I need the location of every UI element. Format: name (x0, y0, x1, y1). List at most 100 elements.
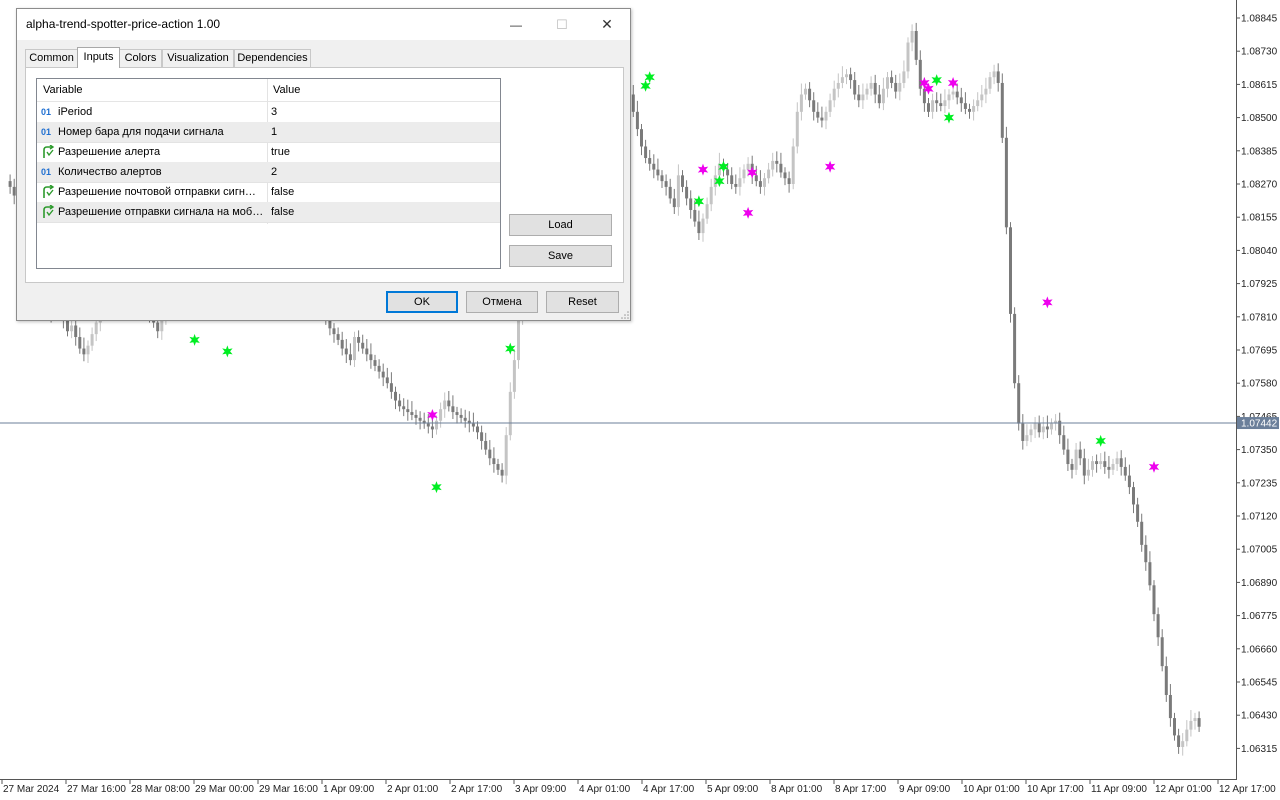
candle-body (430, 426, 434, 430)
time-tick-label: 12 Apr 01:00 (1155, 784, 1212, 795)
bool-icon (41, 202, 55, 222)
time-tick-label: 29 Mar 00:00 (195, 784, 254, 795)
time-tick-label: 8 Apr 17:00 (835, 784, 887, 795)
minimize-button[interactable]: — (493, 9, 539, 40)
candle-body (959, 97, 963, 104)
tab-visualization[interactable]: Visualization (162, 49, 234, 67)
table-row[interactable]: 01 iPeriod 3 (37, 102, 500, 123)
candle-body (943, 100, 947, 107)
column-header-value[interactable]: Value (273, 80, 300, 100)
candle-body (771, 160, 775, 170)
candle-body (66, 319, 69, 332)
candle-body (459, 414, 463, 418)
candle-body (414, 414, 418, 418)
tab-colors[interactable]: Colors (119, 49, 162, 67)
variable-name: Разрешение алерта (58, 146, 161, 158)
candle-body (1148, 562, 1152, 586)
time-tick-label: 4 Apr 17:00 (643, 784, 695, 795)
candle-body (840, 77, 844, 83)
candle-body (90, 334, 94, 346)
price-tick-label: 1.07810 (1241, 312, 1278, 323)
price-tick-label: 1.07235 (1241, 478, 1278, 489)
inputs-grid[interactable]: Variable Value 01 iPeriod 3 01 Номер бар… (36, 78, 501, 269)
table-row[interactable]: 01 Количество алертов 2 (37, 162, 500, 183)
candle-body (890, 77, 894, 83)
candle-body (906, 42, 910, 72)
candle-body (455, 412, 459, 415)
variable-value[interactable]: false (271, 182, 294, 202)
candle-body (820, 117, 824, 121)
candle-body (340, 339, 344, 349)
candle-body (668, 186, 672, 199)
candle-body (730, 175, 734, 184)
candle-body (902, 71, 906, 83)
price-tick-label: 1.08155 (1241, 213, 1278, 224)
tab-inputs[interactable]: Inputs (77, 47, 120, 68)
candle-body (644, 146, 648, 159)
candle-body (881, 88, 885, 104)
candle-body (373, 360, 377, 366)
candle-body (1082, 458, 1086, 476)
maximize-button[interactable]: ☐ (539, 9, 585, 40)
int-icon: 01 (41, 127, 52, 137)
variable-value[interactable]: true (271, 142, 290, 162)
variable-value[interactable]: 1 (271, 122, 277, 142)
candle-body (857, 94, 861, 101)
price-tick-label: 1.08270 (1241, 180, 1278, 191)
variable-value[interactable]: 3 (271, 102, 277, 122)
candle-body (451, 406, 455, 413)
close-button[interactable]: ✕ (584, 9, 630, 40)
time-tick-label: 12 Apr 17:00 (1219, 784, 1276, 795)
candle-body (635, 111, 639, 130)
time-tick-label: 28 Mar 08:00 (131, 784, 190, 795)
candle-body (78, 337, 82, 349)
candle-body (779, 163, 783, 173)
candle-body (1078, 449, 1082, 459)
load-button[interactable]: Load (509, 214, 612, 236)
candle-body (853, 80, 857, 95)
price-tick-label: 1.08385 (1241, 146, 1278, 157)
tab-common[interactable]: Common (25, 49, 78, 67)
candle-body (951, 91, 955, 95)
reset-button[interactable]: Reset (546, 291, 619, 313)
candle-body (361, 342, 365, 349)
candle-body (754, 175, 758, 182)
candle-body (799, 94, 803, 112)
candle-body (1132, 487, 1135, 505)
variable-value[interactable]: false (271, 202, 294, 222)
column-header-variable[interactable]: Variable (43, 80, 83, 100)
title-bar[interactable]: alpha-trend-spotter-price-action 1.00 — … (17, 9, 630, 40)
table-row[interactable]: Разрешение отправки сигнала на моб… fals… (37, 202, 500, 223)
table-row[interactable]: 01 Номер бара для подачи сигнала 1 (37, 122, 500, 143)
candle-body (1119, 458, 1123, 467)
table-row[interactable]: Разрешение алерта true (37, 142, 500, 163)
current-price-label: 1.07442 (1241, 419, 1278, 430)
cancel-button[interactable]: Отмена (466, 291, 538, 313)
candle-body (877, 94, 881, 104)
table-row[interactable]: Разрешение почтовой отправки сигн… false (37, 182, 500, 203)
time-tick-label: 11 Apr 09:00 (1091, 784, 1147, 795)
candle-body (812, 100, 816, 112)
candle-body (1099, 461, 1103, 465)
ok-button[interactable]: OK (386, 291, 458, 313)
minimize-icon: — (510, 17, 522, 32)
candle-body (1160, 637, 1164, 667)
save-button[interactable]: Save (509, 245, 612, 267)
candle-body (160, 319, 164, 332)
tab-dependencies[interactable]: Dependencies (234, 49, 311, 67)
candle-body (377, 365, 381, 372)
candle-body (1070, 464, 1074, 470)
time-tick-label: 29 Mar 16:00 (259, 784, 318, 795)
resize-grip-icon[interactable] (621, 311, 629, 319)
candle-body (480, 432, 484, 441)
candle-body (783, 172, 787, 179)
candle-body (984, 88, 988, 95)
candle-body (1185, 729, 1189, 742)
variable-value[interactable]: 2 (271, 162, 277, 182)
candle-body (1168, 694, 1172, 719)
bool-icon (41, 142, 55, 162)
candle-body (1000, 82, 1004, 138)
price-tick-label: 1.07580 (1241, 379, 1278, 390)
price-tick-label: 1.08040 (1241, 246, 1278, 257)
candle-body (1029, 429, 1033, 436)
